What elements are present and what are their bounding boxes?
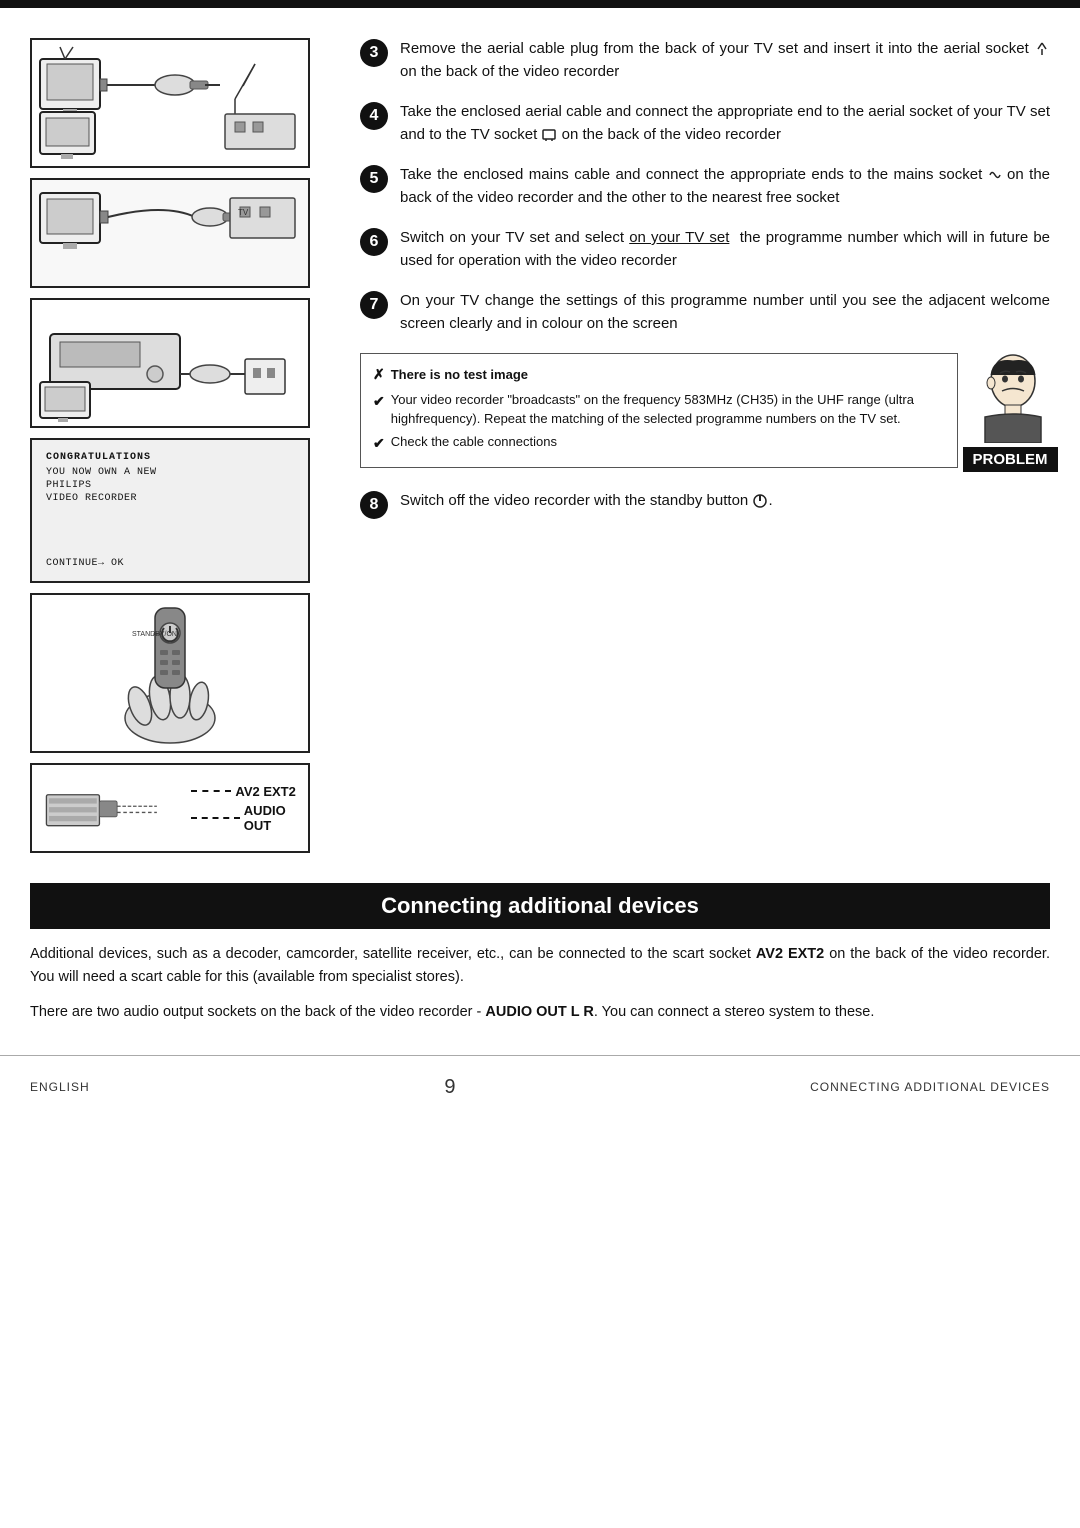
step-number-5: 5 — [360, 165, 388, 193]
audio-out-label: AUDIO OUT — [244, 803, 308, 833]
svg-text:STANDBY/ON: STANDBY/ON — [132, 631, 177, 638]
step-text-4: Take the enclosed aerial cable and conne… — [400, 101, 1050, 146]
illustration-remote: STANDBY/ON — [30, 593, 310, 753]
step-4: 4 Take the enclosed aerial cable and con… — [360, 101, 1050, 146]
bottom-paragraph-1: Additional devices, such as a decoder, c… — [30, 943, 1050, 989]
screen-continue: CONTINUE→ OK — [46, 558, 124, 569]
connector-labels: AV2 EXT2 AUDIO OUT — [191, 784, 308, 833]
page-number: 9 — [444, 1076, 455, 1099]
problem-area: ✗ There is no test image ✔ Your video re… — [360, 353, 1050, 472]
tv-socket-icon — [541, 127, 557, 143]
illustration-step4: TV — [30, 178, 310, 288]
screen-text-2: YOU NOW OWN A NEW — [46, 467, 157, 478]
step-5: 5 Take the enclosed mains cable and conn… — [360, 164, 1050, 209]
problem-item-text-2: Check the cable connections — [391, 433, 557, 453]
bottom-paragraph-2: There are two audio output sockets on th… — [30, 1001, 1050, 1024]
step-number-8: 8 — [360, 491, 388, 519]
step-3: 3 Remove the aerial cable plug from the … — [360, 38, 1050, 83]
x-mark-icon: ✗ — [373, 364, 385, 385]
screen-text-3: PHILIPS — [46, 480, 92, 491]
mains-socket-icon — [988, 169, 1002, 181]
page: TV — [0, 0, 1080, 1528]
step-6: 6 Switch on your TV set and select on yo… — [360, 227, 1050, 272]
problem-item-text-1: Your video recorder "broadcasts" on the … — [391, 391, 945, 429]
footer: English 9 Connecting additional devices — [0, 1055, 1080, 1119]
screen-text-1: CONGRATULATIONS — [46, 452, 151, 463]
standby-icon — [752, 493, 768, 509]
av2-label: AV2 EXT2 — [235, 784, 295, 799]
step-number-7: 7 — [360, 291, 388, 319]
problem-title: ✗ There is no test image — [373, 364, 945, 385]
illustration-connector: AV2 EXT2 AUDIO OUT — [30, 763, 310, 853]
check-mark-icon-2: ✔ — [373, 433, 385, 453]
step-number-6: 6 — [360, 228, 388, 256]
right-instructions: 3 Remove the aerial cable plug from the … — [340, 38, 1050, 863]
step-7: 7 On your TV change the settings of this… — [360, 290, 1050, 335]
step-text-8: Switch off the video recorder with the s… — [400, 490, 1050, 513]
screen-text-4: VIDEO RECORDER — [46, 493, 137, 504]
section-header: Connecting additional devices — [30, 883, 1050, 929]
problem-title-text: There is no test image — [391, 365, 528, 385]
footer-left: English — [30, 1080, 90, 1094]
bottom-section: Connecting additional devices Additional… — [0, 883, 1080, 1025]
welcome-screen: CONGRATULATIONS YOU NOW OWN A NEW PHILIP… — [30, 438, 310, 583]
step-number-3: 3 — [360, 39, 388, 67]
problem-face-svg — [975, 353, 1045, 443]
step-text-6: Switch on your TV set and select on your… — [400, 227, 1050, 272]
problem-item-2: ✔ Check the cable connections — [373, 433, 945, 453]
footer-right: Connecting additional devices — [810, 1080, 1050, 1094]
step-number-4: 4 — [360, 102, 388, 130]
top-bar — [0, 0, 1080, 8]
illustration-step3 — [30, 38, 310, 168]
svg-text:TV: TV — [238, 208, 249, 217]
left-illustrations: TV — [30, 38, 340, 863]
step-text-3: Remove the aerial cable plug from the ba… — [400, 38, 1050, 83]
step-8: 8 Switch off the video recorder with the… — [360, 490, 1050, 519]
problem-item-1: ✔ Your video recorder "broadcasts" on th… — [373, 391, 945, 429]
problem-label: PROBLEM — [963, 447, 1058, 472]
problem-box: ✗ There is no test image ✔ Your video re… — [360, 353, 958, 468]
check-mark-icon-1: ✔ — [373, 391, 385, 429]
step-text-7: On your TV change the settings of this p… — [400, 290, 1050, 335]
aerial-icon — [1034, 41, 1050, 57]
step-text-5: Take the enclosed mains cable and connec… — [400, 164, 1050, 209]
problem-face-area: PROBLEM — [970, 353, 1050, 472]
illustration-step5 — [30, 298, 310, 428]
